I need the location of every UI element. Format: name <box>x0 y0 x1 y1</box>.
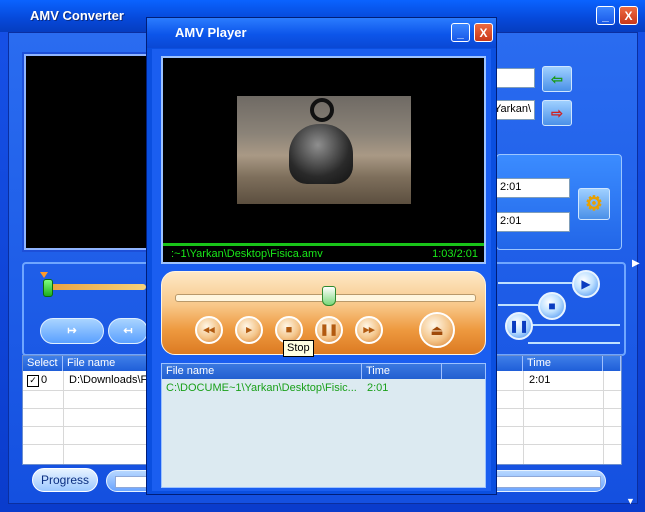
progress-button[interactable]: Progress <box>32 468 98 492</box>
output-folder-icon[interactable]: ⇨ <box>542 100 572 126</box>
stop-tooltip: Stop <box>283 340 314 357</box>
converter-pause-icon[interactable]: ❚❚ <box>505 312 533 340</box>
rewind-icon[interactable]: ◂◂ <box>195 316 223 344</box>
video-display[interactable]: :~1\Yarkan\Desktop\Fisica.amv 1:03/2:01 <box>161 56 486 264</box>
playlist-item-time: 2:01 <box>367 382 389 394</box>
expand-bottom-icon[interactable]: ▼ <box>626 496 635 506</box>
converter-close-button[interactable]: X <box>619 6 638 25</box>
status-time: 1:03/2:01 <box>432 248 478 260</box>
converter-start-time-field[interactable]: 2:01 <box>496 178 570 198</box>
play-icon[interactable]: ▸ <box>235 316 263 344</box>
row-select-index: 0 <box>41 374 48 386</box>
converter-preview-screen <box>24 54 158 250</box>
player-minimize-button[interactable]: _ <box>451 23 470 42</box>
player-close-button[interactable]: X <box>474 23 493 42</box>
row-file-name: D:\Downloads\F <box>69 374 148 386</box>
connector-line <box>528 342 620 344</box>
add-file-icon[interactable]: ⇦ <box>542 66 572 92</box>
fast-forward-icon[interactable]: ▸▸ <box>355 316 383 344</box>
converter-title: AMV Converter <box>30 8 124 23</box>
player-body: :~1\Yarkan\Desktop\Fisica.amv 1:03/2:01 … <box>152 49 491 491</box>
set-start-button[interactable]: ↦ <box>40 318 104 344</box>
grid-line <box>523 371 524 464</box>
column-header-extra <box>603 356 621 371</box>
playlist: File name Time C:\DOCUME~1\Yarkan\Deskto… <box>161 363 486 488</box>
grid-line <box>63 371 64 464</box>
playlist-header: File name Time <box>162 364 485 379</box>
connector-line <box>498 282 572 284</box>
grid-line <box>603 371 604 464</box>
column-header-select[interactable]: Select <box>23 356 63 371</box>
video-frame-image <box>237 96 411 204</box>
player-title: AMV Player <box>175 25 247 40</box>
player-title-bar[interactable]: AMV Player _ X <box>147 18 496 48</box>
converter-seek-thumb[interactable] <box>43 279 53 297</box>
player-seek-thumb[interactable] <box>321 286 336 306</box>
set-end-button[interactable]: ↤ <box>108 318 148 344</box>
playlist-header-time[interactable]: Time <box>362 364 442 379</box>
connector-line <box>528 324 620 326</box>
video-status-bar: :~1\Yarkan\Desktop\Fisica.amv 1:03/2:01 <box>163 243 484 262</box>
playlist-item-file: C:\DOCUME~1\Yarkan\Desktop\Fisic... <box>166 382 357 394</box>
converter-end-time-field[interactable]: 2:01 <box>496 212 570 232</box>
pause-icon[interactable]: ❚❚ <box>315 316 343 344</box>
connector-line <box>498 304 538 306</box>
converter-stop-icon[interactable]: ■ <box>538 292 566 320</box>
converter-minimize-button[interactable]: _ <box>596 6 615 25</box>
playlist-header-file-name[interactable]: File name <box>162 364 362 379</box>
player-control-panel: ◂◂ ▸ ■ ❚❚ ▸▸ ⏏ Stop <box>161 271 486 357</box>
playlist-header-extra <box>442 364 485 379</box>
status-file-path: :~1\Yarkan\Desktop\Fisica.amv <box>171 248 323 260</box>
gear-icon[interactable]: ⚙ <box>578 188 610 220</box>
video-object <box>289 124 353 184</box>
row-time: 2:01 <box>529 374 551 386</box>
video-object-ring <box>310 98 334 122</box>
column-header-time[interactable]: Time <box>523 356 603 371</box>
eject-icon[interactable]: ⏏ <box>419 312 455 348</box>
start-marker-icon <box>40 272 48 278</box>
select-checkbox[interactable]: ✓ <box>27 375 39 387</box>
converter-play-icon[interactable]: ▶ <box>572 270 600 298</box>
expand-side-icon[interactable]: ▶ <box>632 258 642 272</box>
amv-player-window: AMV Player _ X :~1\Yarkan\Desktop\Fisica… <box>146 17 497 495</box>
converter-seek-track[interactable] <box>46 284 146 290</box>
